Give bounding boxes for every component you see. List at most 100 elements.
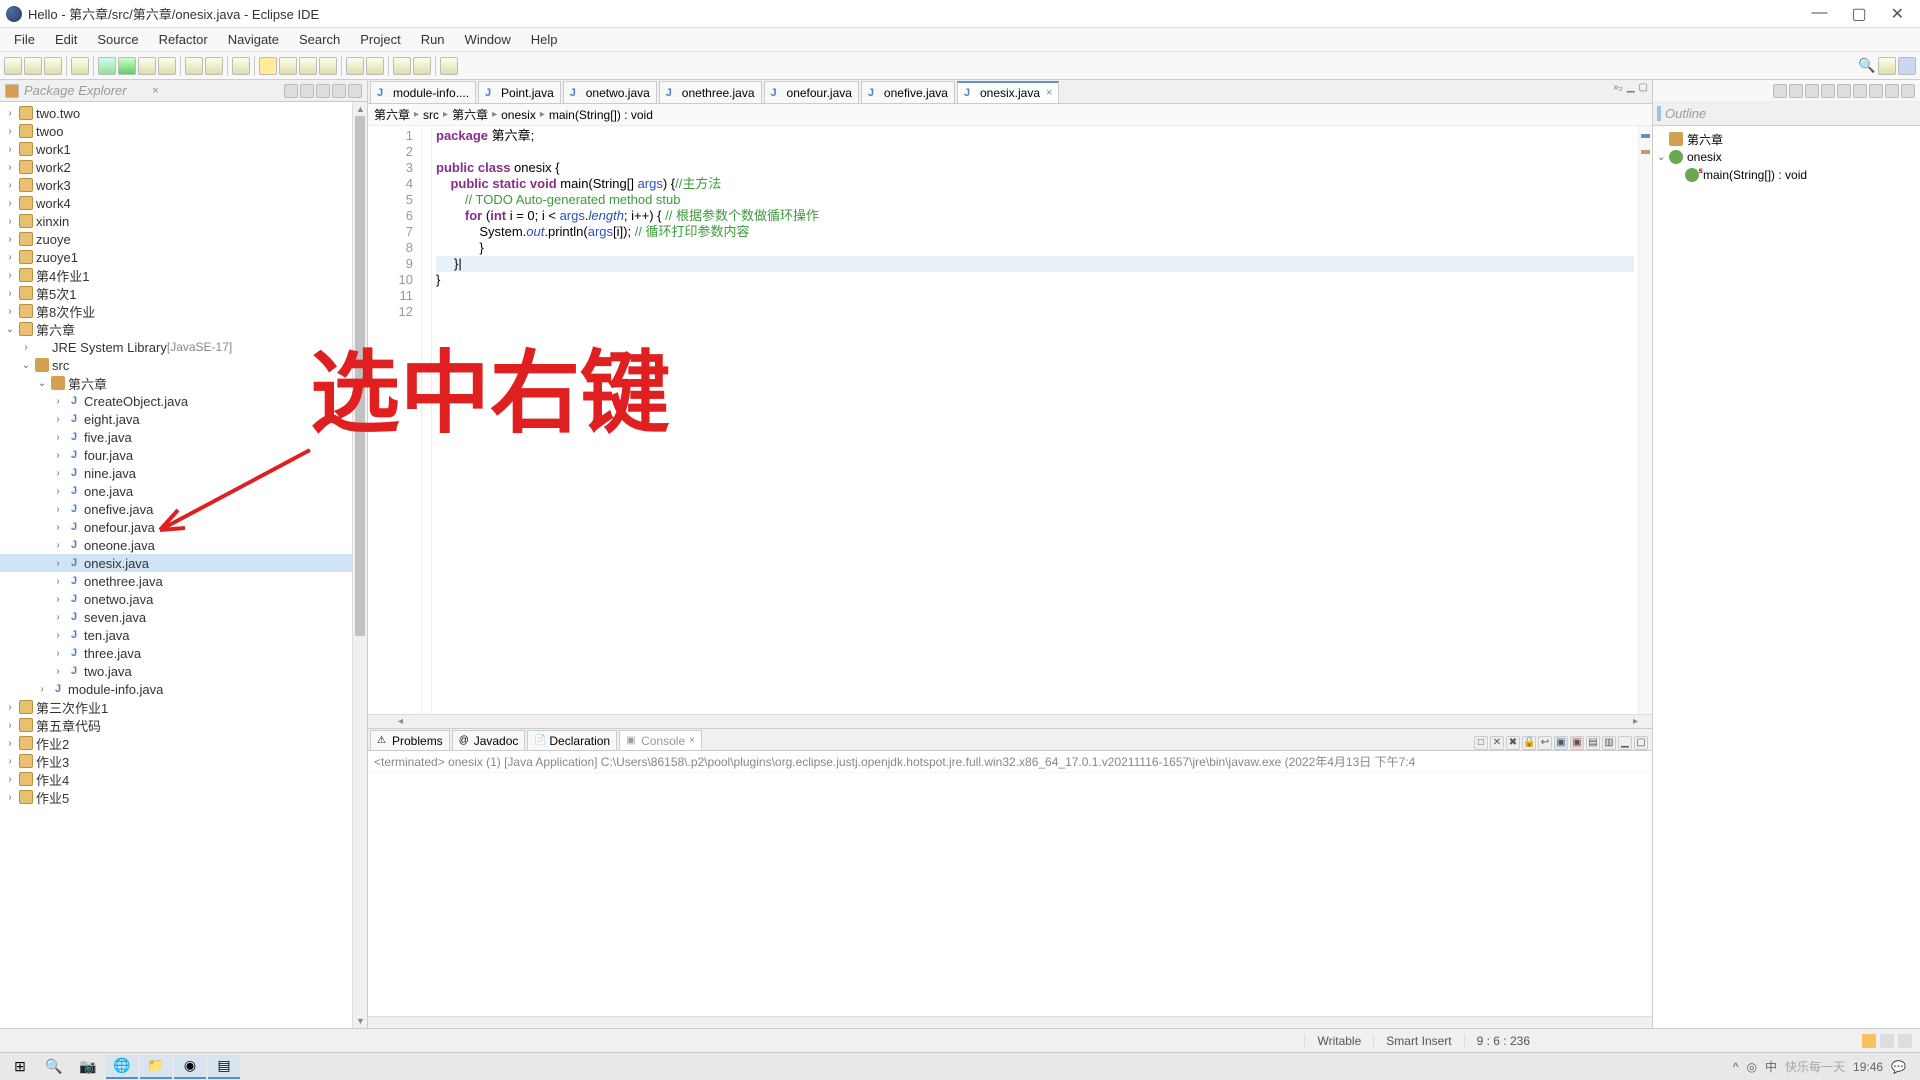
tree-item[interactable]: ›Jonetwo.java [0,590,352,608]
tree-item[interactable]: ›Jmodule-info.java [0,680,352,698]
tree-item[interactable]: ›第五章代码 [0,716,352,734]
menu-edit[interactable]: Edit [45,30,87,49]
tree-item[interactable]: ›Jonethree.java [0,572,352,590]
start-button[interactable]: ⊞ [4,1055,36,1079]
bottom-tab-console[interactable]: ▣Console × [619,730,702,750]
tree-item[interactable]: ›zuoye [0,230,352,248]
outline-max-button[interactable] [1901,84,1915,98]
status-overview-icon[interactable] [1898,1034,1912,1048]
collapse-all-button[interactable] [284,84,298,98]
editor-tab[interactable]: Jonethree.java [659,81,762,103]
outline-item[interactable]: ⌄onesix [1657,148,1916,166]
tray-expand-icon[interactable]: ^ [1733,1060,1739,1074]
console-show-button[interactable]: ▣ [1554,736,1568,750]
breadcrumb-item[interactable]: main(String[]) : void [549,108,653,122]
outline-hide-local-button[interactable] [1837,84,1851,98]
outline-menu-button[interactable] [1869,84,1883,98]
tree-item[interactable]: ›twoo [0,122,352,140]
breadcrumb-item[interactable]: 第六章 [374,106,410,123]
tree-item[interactable]: ⌄第六章 [0,320,352,338]
tree-item[interactable]: ›作业4 [0,770,352,788]
minimize-editor-icon[interactable]: ▁ [1627,82,1635,93]
taskbar-app-icon[interactable]: ▤ [208,1055,240,1079]
taskbar-search-icon[interactable]: 🔍 [38,1055,70,1079]
tree-item[interactable]: ⌄src [0,356,352,374]
tree-item[interactable]: ›Jone.java [0,482,352,500]
toggle-mark-button[interactable] [259,57,277,75]
debug-button[interactable] [98,57,116,75]
close-button[interactable]: ✕ [1891,4,1904,24]
outline-item[interactable]: 第六章 [1657,130,1916,148]
toggle-block-button[interactable] [299,57,317,75]
outline-tab[interactable]: Outline [1657,106,1916,121]
code-area[interactable]: package 第六章;public class onesix { public… [432,126,1638,714]
tree-item[interactable]: ›Joneone.java [0,536,352,554]
menu-navigate[interactable]: Navigate [218,30,289,49]
tree-item[interactable]: ›Jthree.java [0,644,352,662]
tray-network-icon[interactable]: ◎ [1747,1060,1757,1074]
menu-search[interactable]: Search [289,30,350,49]
tree-item[interactable]: ›work1 [0,140,352,158]
back-button[interactable] [393,57,411,75]
tree-item[interactable]: ›JRE System Library [JavaSE-17] [0,338,352,356]
menu-refactor[interactable]: Refactor [149,30,218,49]
link-editor-button[interactable] [300,84,314,98]
explorer-scrollbar[interactable]: ▲ ▼ [352,102,367,1028]
view-menu-button[interactable] [316,84,330,98]
maximize-editor-icon[interactable]: ▢ [1639,82,1648,93]
tree-item[interactable]: ›two.two [0,104,352,122]
hscroll-right-icon[interactable]: ▸ [1633,716,1638,727]
tray-time[interactable]: 19:46 [1853,1060,1883,1074]
outline-min-button[interactable] [1885,84,1899,98]
console-output[interactable] [368,773,1652,1016]
breadcrumb-item[interactable]: onesix [501,108,536,122]
bottom-tab-javadoc[interactable]: @Javadoc [452,730,526,750]
status-tip-icon[interactable] [1862,1034,1876,1048]
java-perspective-button[interactable] [1898,57,1916,75]
run-button[interactable] [118,57,136,75]
tree-item[interactable]: ›zuoye1 [0,248,352,266]
menu-window[interactable]: Window [455,30,521,49]
search-button[interactable] [232,57,250,75]
tree-item[interactable]: ›Jten.java [0,626,352,644]
tree-item[interactable]: ›Jonefive.java [0,500,352,518]
tree-item[interactable]: ›Jonesix.java [0,554,352,572]
console-pin-button[interactable]: □ [1474,736,1488,750]
new-package-button[interactable] [185,57,203,75]
package-explorer-tab[interactable]: Package Explorer [20,83,148,98]
status-updates-icon[interactable] [1880,1034,1894,1048]
maximize-button[interactable]: ▢ [1851,4,1866,24]
external-tools-button[interactable] [158,57,176,75]
editor-tab[interactable]: Jonefive.java [861,81,955,103]
editor-tab[interactable]: Jmodule-info.... [370,81,476,103]
tree-item[interactable]: ›作业3 [0,752,352,770]
taskbar-explorer-icon[interactable]: 📁 [140,1055,172,1079]
editor-tab[interactable]: Jonesix.java× [957,81,1059,103]
edit-button[interactable] [279,57,297,75]
taskbar-browser-icon[interactable]: 🌐 [106,1055,138,1079]
tree-item[interactable]: ⌄第六章 [0,374,352,392]
tree-item[interactable]: ›JCreateObject.java [0,392,352,410]
bottom-tab-declaration[interactable]: 📄Declaration [527,730,617,750]
outline-hide-static-button[interactable] [1805,84,1819,98]
outline-tree[interactable]: 第六章⌄onesixmain(String[]) : void [1653,126,1920,188]
outline-item[interactable]: main(String[]) : void [1657,166,1916,184]
tray-notification-icon[interactable]: 💬 [1891,1060,1906,1074]
menu-source[interactable]: Source [87,30,148,49]
coverage-button[interactable] [138,57,156,75]
next-annotation-button[interactable] [346,57,364,75]
console-open-button[interactable]: ▤ [1586,736,1600,750]
editor-tab[interactable]: Jonetwo.java [563,81,657,103]
pin-editor-button[interactable] [440,57,458,75]
console-max-button[interactable]: ▢ [1634,736,1648,750]
show-list-icon[interactable]: »₂ [1613,82,1622,93]
tree-item[interactable]: ›work3 [0,176,352,194]
tree-item[interactable]: ›Jfive.java [0,428,352,446]
minimize-view-button[interactable] [332,84,346,98]
breadcrumb-item[interactable]: 第六章 [452,106,488,123]
breadcrumb-item[interactable]: src [423,108,439,122]
menu-run[interactable]: Run [411,30,455,49]
tree-item[interactable]: ›第5次1 [0,284,352,302]
overview-ruler[interactable] [1638,126,1652,714]
minimize-button[interactable]: — [1811,4,1827,24]
